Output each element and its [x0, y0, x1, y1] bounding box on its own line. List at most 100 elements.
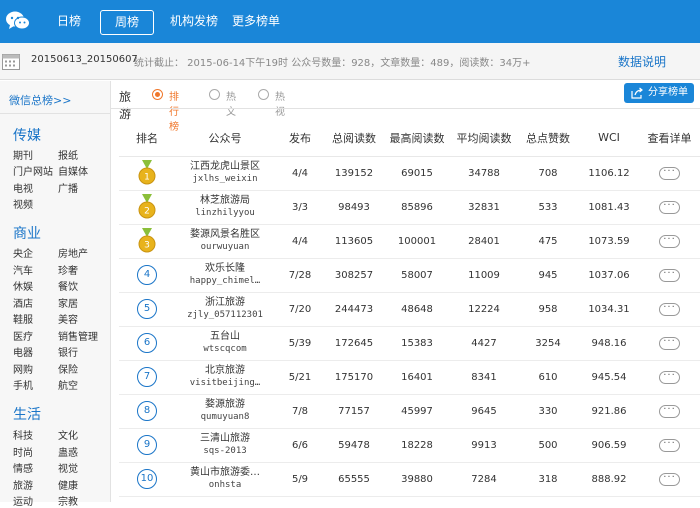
account-cell[interactable]: 林芝旅游局 linzhilyyou — [175, 190, 275, 225]
col-header-avg-reads[interactable]: 平均阅读数 — [451, 120, 517, 157]
nav-tab-daily[interactable]: 日榜 — [57, 0, 81, 43]
date-range[interactable]: 20150613_20150607 — [31, 54, 138, 65]
more-details-button[interactable]: ··· — [659, 303, 680, 316]
sidebar-item[interactable]: 央企 — [13, 245, 33, 260]
sidebar-item[interactable]: 网购 — [13, 361, 33, 376]
sidebar-item[interactable]: 珍奢 — [58, 262, 78, 277]
calendar-icon[interactable] — [2, 52, 20, 70]
table-row: 9 三清山旅游 sqs-2013 6/6 59478 18228 9913 500 906.59… — [119, 428, 700, 463]
account-name[interactable]: 江西龙虎山景区 — [175, 160, 275, 173]
account-cell[interactable]: 江西龙虎山景区 jxlhs_weixin — [175, 156, 275, 191]
col-header-wci[interactable]: WCI — [579, 120, 639, 157]
sidebar-item[interactable]: 保险 — [58, 361, 78, 376]
sidebar-item[interactable]: 销售管理 — [58, 328, 98, 343]
account-name[interactable]: 黄山市旅游委… — [175, 466, 275, 479]
col-header-rank[interactable]: 排名 — [119, 120, 175, 157]
sidebar-item[interactable]: 视频 — [13, 196, 33, 211]
sidebar-item[interactable]: 健康 — [58, 477, 78, 492]
sidebar-item[interactable]: 时尚 — [13, 444, 33, 459]
sidebar-item[interactable]: 汽车 — [13, 262, 33, 277]
account-cell[interactable]: 三清山旅游 sqs-2013 — [175, 428, 275, 463]
radio-hot-articles-label[interactable]: 热文 — [226, 88, 236, 118]
sidebar-item[interactable]: 视觉 — [58, 460, 78, 475]
rank-cell: 6 — [119, 326, 175, 361]
col-header-account[interactable]: 公众号 — [175, 120, 275, 157]
account-id: sqs-2013 — [203, 446, 247, 456]
sidebar-item[interactable]: 科技 — [13, 427, 33, 442]
sidebar-item[interactable]: 手机 — [13, 377, 33, 392]
account-name[interactable]: 浙江旅游 — [175, 296, 275, 309]
more-details-button[interactable]: ··· — [659, 235, 680, 248]
nav-tab-weekly[interactable]: 周榜 — [100, 10, 155, 35]
sidebar-category-media[interactable]: 传媒 — [13, 125, 41, 145]
account-cell[interactable]: 浙江旅游 zjly_057112301 — [175, 292, 275, 327]
sidebar-item[interactable]: 医疗 — [13, 328, 33, 343]
more-details-button[interactable]: ··· — [659, 337, 680, 350]
sidebar-item[interactable]: 期刊 — [13, 147, 33, 162]
sidebar-item[interactable]: 门户网站 — [13, 163, 53, 178]
sidebar-item[interactable]: 餐饮 — [58, 278, 78, 293]
account-name[interactable]: 五台山 — [175, 330, 275, 343]
wechat-total-ranking-link[interactable]: 微信总榜>> — [9, 92, 71, 108]
data-explanation-link[interactable]: 数据说明 — [618, 53, 666, 70]
more-details-button[interactable]: ··· — [659, 167, 680, 180]
sidebar-item[interactable]: 自媒体 — [58, 163, 88, 178]
wci-cell: 1073.59 — [579, 224, 639, 259]
more-details-button[interactable]: ··· — [659, 473, 680, 486]
rank-cell: 8 — [119, 394, 175, 429]
nav-tab-more[interactable]: 更多榜单 — [232, 0, 280, 43]
radio-hot-articles[interactable] — [209, 89, 220, 100]
account-cell[interactable]: 黄山市旅游委… onhsta — [175, 462, 275, 497]
more-details-button[interactable]: ··· — [659, 371, 680, 384]
col-header-total-reads[interactable]: 总阅读数 — [325, 120, 383, 157]
sidebar-item[interactable]: 旅游 — [13, 477, 33, 492]
avg-reads-cell: 7284 — [451, 462, 517, 497]
more-details-button[interactable]: ··· — [659, 269, 680, 282]
sidebar-item[interactable]: 蛊惑 — [58, 444, 78, 459]
sidebar-item[interactable]: 银行 — [58, 344, 78, 359]
radio-hot-video[interactable] — [258, 89, 269, 100]
sidebar-item[interactable]: 家居 — [58, 295, 78, 310]
sidebar-category-life[interactable]: 生活 — [13, 404, 41, 424]
sidebar-item[interactable]: 电器 — [13, 344, 33, 359]
sidebar-item[interactable]: 报纸 — [58, 147, 78, 162]
more-details-button[interactable]: ··· — [659, 405, 680, 418]
account-cell[interactable]: 婺源旅游 qumuyuan8 — [175, 394, 275, 429]
share-ranking-button[interactable]: 分享榜单 — [624, 83, 694, 103]
more-details-button[interactable]: ··· — [659, 439, 680, 452]
sidebar-item[interactable]: 文化 — [58, 427, 78, 442]
rank-cell: 9 — [119, 428, 175, 463]
sidebar-item[interactable]: 情感 — [13, 460, 33, 475]
account-cell[interactable]: 北京旅游 visitbeijing… — [175, 360, 275, 395]
max-reads-cell: 18228 — [383, 428, 451, 463]
radio-ranking[interactable] — [152, 89, 163, 100]
account-cell[interactable]: 五台山 wtscqcom — [175, 326, 275, 361]
account-cell[interactable]: 婺源风景名胜区 ourwuyuan — [175, 224, 275, 259]
radio-hot-video-label[interactable]: 热视 — [275, 88, 285, 118]
sidebar-item[interactable]: 休娱 — [13, 278, 33, 293]
sidebar-item[interactable]: 广播 — [58, 180, 78, 195]
sidebar-item[interactable]: 运动 — [13, 493, 33, 508]
nav-tab-institution[interactable]: 机构发榜 — [170, 0, 218, 43]
sidebar-category-business[interactable]: 商业 — [13, 223, 41, 243]
account-name[interactable]: 欢乐长隆 — [175, 262, 275, 275]
account-name[interactable]: 婺源旅游 — [175, 398, 275, 411]
sidebar-item[interactable]: 电视 — [13, 180, 33, 195]
sidebar-item[interactable]: 航空 — [58, 377, 78, 392]
col-header-max-reads[interactable]: 最高阅读数 — [383, 120, 451, 157]
sidebar-item[interactable]: 宗教 — [58, 493, 78, 508]
sidebar-item[interactable]: 房地产 — [58, 245, 88, 260]
sidebar-item[interactable]: 鞋服 — [13, 311, 33, 326]
account-cell[interactable]: 欢乐长隆 happy_chimel… — [175, 258, 275, 293]
likes-cell: 708 — [517, 156, 579, 191]
sidebar-item[interactable]: 酒店 — [13, 295, 33, 310]
avg-reads-cell: 34788 — [451, 156, 517, 191]
account-name[interactable]: 三清山旅游 — [175, 432, 275, 445]
sidebar-item[interactable]: 美容 — [58, 311, 78, 326]
account-name[interactable]: 林芝旅游局 — [175, 194, 275, 207]
col-header-likes[interactable]: 总点赞数 — [517, 120, 579, 157]
col-header-publish[interactable]: 发布 — [275, 120, 325, 157]
more-details-button[interactable]: ··· — [659, 201, 680, 214]
account-name[interactable]: 婺源风景名胜区 — [175, 228, 275, 241]
account-name[interactable]: 北京旅游 — [175, 364, 275, 377]
